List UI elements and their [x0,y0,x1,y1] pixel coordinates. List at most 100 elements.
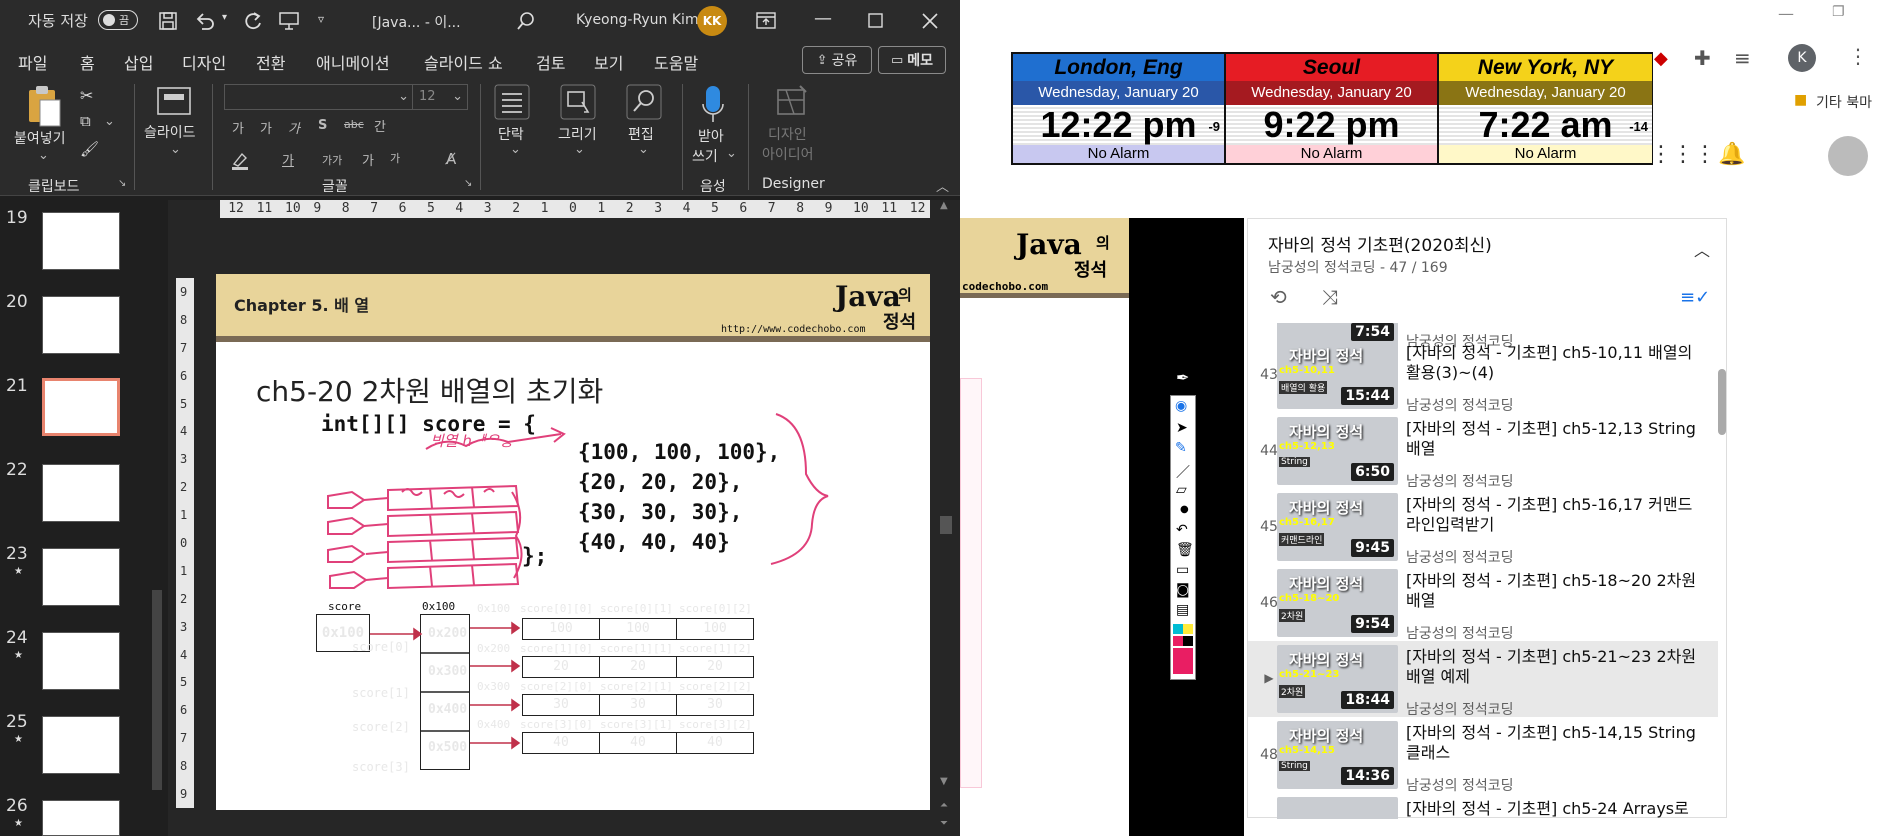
color-swatch[interactable] [1173,636,1183,646]
pdf-extension-icon[interactable]: ◆ [1654,48,1668,69]
draw-icon[interactable] [560,84,596,120]
comments-button[interactable]: ▭ 메모 [878,46,946,74]
tab-transitions[interactable]: 전환 [256,50,285,74]
font-color-button[interactable]: 가 [282,150,294,169]
grow-font-button[interactable]: 가 [362,150,374,169]
customize-qat-icon[interactable]: ▿ [318,12,324,26]
save-playlist-icon[interactable]: ≡✓ [1680,287,1710,308]
copy-icon[interactable]: ⧉ [80,112,91,130]
video-title[interactable]: [자바의 정석 - 기초편] ch5-21~23 2차원배열 예제 [1406,647,1706,687]
clear-format-icon[interactable]: A̸ [446,150,456,168]
search-icon[interactable] [516,11,536,31]
scroll-down-icon[interactable]: ▼ [940,776,948,787]
playlist-title[interactable]: 자바의 정석 기초편(2020최신) [1268,231,1492,256]
scrollbar-thumb[interactable] [152,590,162,790]
camera-icon[interactable]: ◙ [1176,582,1190,598]
highlight-icon[interactable] [230,150,250,170]
clock-alarm[interactable]: No Alarm [1226,145,1437,163]
collapse-chevron-icon[interactable]: ︿ [1694,237,1710,261]
thumbnail-scrollbar[interactable] [148,200,166,836]
loop-icon[interactable]: ⟲ [1270,285,1287,309]
list-item-current[interactable]: ▶ 자바의 정석 ch5-21~23 2차원 18:44 [자바의 정석 - 기… [1248,641,1718,718]
chevron-down-icon[interactable]: ⌄ [574,142,585,157]
ribbon-display-icon[interactable] [756,12,776,30]
paste-label[interactable]: 붙여넣기 [14,128,66,148]
paste-icon[interactable] [24,84,62,128]
pen-logo-icon[interactable]: ✒ [1176,368,1189,387]
dictate-label-1[interactable]: 받아 [698,126,724,146]
share-button[interactable]: ⇪ 공유 [802,46,872,74]
list-item[interactable]: [자바의 정석 - 기초편] ch5-24 Arrays로 [1248,793,1718,819]
clipboard-launcher-icon[interactable]: ↘ [118,178,126,189]
screen-icon[interactable]: ▭ [1176,562,1189,578]
undo-icon[interactable]: ↶ [1176,522,1188,538]
new-slide-dropdown-icon[interactable]: ⌄ [170,142,181,157]
paragraph-icon[interactable] [494,84,530,120]
undo-dropdown-icon[interactable]: ▾ [222,12,227,23]
eye-icon[interactable]: ◉ [1175,398,1187,414]
edit-search-icon[interactable] [626,84,662,120]
color-swatch[interactable] [1173,624,1183,634]
color-swatch[interactable] [1183,624,1193,634]
video-title[interactable]: [자바의 정석 - 기초편] ch5-24 Arrays로 [1406,799,1706,819]
dictate-label-2[interactable]: 쓰기 [692,146,718,166]
slide-scrollbar-thumb[interactable] [940,516,952,534]
shuffle-icon[interactable]: ⤨ [1322,285,1338,309]
slide-thumbnail[interactable] [42,716,120,774]
paragraph-label[interactable]: 단락 [498,124,524,144]
copy-dropdown-icon[interactable]: ⌄ [104,114,115,129]
slide-thumbnail[interactable] [42,296,120,354]
tab-animations[interactable]: 애니메이션 [316,50,390,74]
active-color[interactable] [1173,648,1193,674]
slide-thumbnail[interactable] [42,800,120,836]
scroll-up-icon[interactable]: ▲ [940,200,948,211]
autosave-toggle[interactable]: 끔 [98,10,138,30]
clock-alarm[interactable]: No Alarm [1439,145,1652,163]
video-title[interactable]: [자바의 정석 - 기초편] ch5-16,17 커맨드라인입력받기 [1406,495,1706,535]
chevron-down-icon[interactable]: ⌄ [726,146,737,161]
collapse-ribbon-icon[interactable]: ︿ [936,176,949,195]
line-icon[interactable]: ／ [1176,462,1190,482]
restore-icon[interactable]: ❐ [1832,4,1845,20]
slide-thumbnail[interactable] [42,632,120,690]
strikethrough-button[interactable]: abc [344,118,364,131]
menu-icon[interactable]: ⋮ [1848,44,1868,68]
account-avatar[interactable] [1828,136,1868,176]
clock-alarm[interactable]: No Alarm [1013,145,1224,163]
media-icon[interactable]: ≡ [1734,46,1751,70]
dot-icon[interactable]: ● [1180,504,1189,515]
slide[interactable]: Chapter 5. 배 열 Java 의 정석 http://www.code… [216,274,930,810]
slide-thumbnail[interactable] [42,464,120,522]
microphone-icon[interactable] [700,84,726,124]
next-slide-icon[interactable]: ⏷ [940,818,948,829]
close-icon[interactable] [922,13,938,29]
chevron-down-icon[interactable]: ⌄ [638,142,649,157]
tab-help[interactable]: 도움말 [654,50,698,74]
notifications-icon[interactable]: 🔔 [1718,142,1745,167]
font-name-select[interactable]: ⌄ [224,84,414,110]
tab-home[interactable]: 홈 [80,50,95,81]
list-item[interactable]: 44 자바의 정석 ch5-12,13 String 6:50 [자바의 정석 … [1248,413,1718,490]
draw-label[interactable]: 그리기 [558,124,597,144]
video-title[interactable]: [자바의 정석 - 기초편] ch5-12,13 String 배열 [1406,419,1706,459]
shrink-font-button[interactable]: 가 [390,150,400,166]
maximize-icon[interactable] [868,13,884,29]
color-swatch[interactable] [1183,636,1193,646]
apps-grid-icon[interactable]: ⋮⋮⋮ [1650,142,1716,167]
cursor-icon[interactable]: ➤ [1176,420,1188,436]
user-avatar[interactable]: KK [697,6,727,36]
edit-label[interactable]: 편집 [628,124,654,144]
eraser-icon[interactable]: ▱ [1176,482,1187,498]
profile-avatar[interactable]: K [1788,44,1816,72]
slide-thumbnail[interactable] [42,548,120,606]
tab-design[interactable]: 디자인 [182,50,226,74]
increase-font-button[interactable]: 가 [232,118,244,137]
clipboard-icon[interactable]: ▤ [1176,602,1189,618]
tab-file[interactable]: 파일 [18,50,47,74]
slide-thumbnail[interactable] [42,212,120,270]
change-case-button[interactable]: 가가 [322,152,342,168]
bookmark-folder[interactable]: 기타 북마 [1816,92,1872,112]
list-item[interactable]: 46 자바의 정석 ch5-18~20 2차원 9:54 [자바의 정석 - 기… [1248,565,1718,642]
prev-slide-icon[interactable]: ⏶ [940,800,948,811]
video-title[interactable]: [자바의 정석 - 기초편] ch5-14,15 String 클래스 [1406,723,1706,763]
